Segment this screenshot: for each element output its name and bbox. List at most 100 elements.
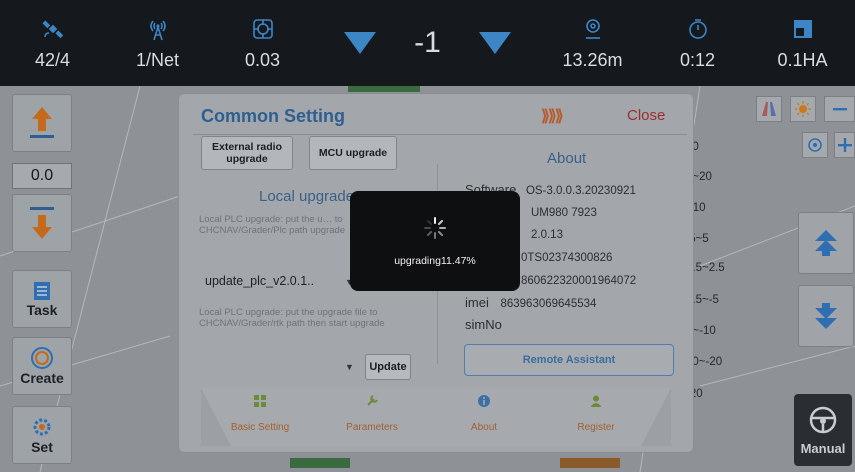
loading-spinner-icon (424, 217, 446, 239)
minus-icon (832, 108, 847, 111)
serial-row: 0TS02374300826 (521, 249, 612, 264)
version-value: 2.0.13 (531, 229, 563, 241)
distance-status[interactable]: 13.26m (540, 0, 645, 86)
area-status[interactable]: 0.1HA (750, 0, 855, 86)
map-green-stripe-bottom (290, 458, 350, 468)
plus-icon (837, 138, 852, 152)
grid-icon (254, 395, 266, 407)
tab-register[interactable]: Register (551, 394, 641, 433)
tab-about[interactable]: About (439, 394, 529, 433)
arrow-up-icon (30, 107, 54, 138)
timer-icon (686, 16, 710, 42)
plc-file-select[interactable]: update_plc_v2.0.1.. (205, 274, 314, 288)
create-button[interactable]: Create (12, 337, 72, 395)
view-mode-button[interactable] (756, 96, 782, 122)
brightness-button[interactable] (790, 96, 816, 122)
settings-tab-bar: Basic Setting Parameters About Register (201, 388, 671, 446)
gear-icon (33, 418, 51, 436)
antenna-icon (145, 16, 171, 42)
lower-right-button[interactable] (798, 285, 854, 347)
offset-down-arrow-icon-right[interactable] (478, 32, 511, 54)
distance-value: 13.26m (562, 49, 623, 70)
status-bar: 42/4 1/Net 0.03 -1 13.26m 0:12 0.1HA (0, 0, 855, 86)
location-pin-icon (581, 16, 605, 42)
precision-status[interactable]: 0.03 (210, 0, 315, 86)
device-id-row: 860622320001964072 (521, 272, 636, 287)
sun-icon (795, 101, 811, 117)
area-icon (791, 16, 815, 42)
blade-height-value: 0.0 (12, 163, 72, 189)
imei-key: imei (465, 295, 489, 310)
raise-right-button[interactable] (798, 212, 854, 274)
board-row: UM980 7923 (531, 204, 597, 219)
task-button[interactable]: Task (12, 270, 72, 328)
device-id-value: 860622320001964072 (521, 275, 637, 287)
create-icon (31, 347, 53, 369)
timer-value: 0:12 (679, 49, 716, 70)
version-row: 2.0.13 (531, 226, 563, 241)
raise-blade-button[interactable] (12, 94, 72, 152)
rtk-upgrade-hint: Local PLC upgrade: put the upgrade file … (199, 307, 385, 329)
upgrade-progress-toast: upgrading11.47% (350, 191, 520, 291)
set-label: Set (31, 439, 53, 455)
title-divider (193, 134, 687, 135)
double-arrow-down-icon (815, 303, 837, 329)
tab-parameters-label: Parameters (346, 422, 398, 433)
locate-icon (808, 138, 822, 152)
manual-label: Manual (800, 440, 846, 456)
board-value: UM980 7923 (531, 207, 597, 219)
tab-parameters[interactable]: Parameters (327, 394, 417, 433)
about-title: About (547, 150, 587, 167)
double-chevron-icon[interactable]: ⟫⟫⟫ (541, 106, 564, 126)
simno-key: simNo (465, 317, 502, 332)
person-icon (590, 395, 602, 407)
mcu-upgrade-button[interactable]: MCU upgrade (309, 136, 397, 170)
lower-blade-button[interactable] (12, 194, 72, 252)
network-status[interactable]: 1/Net (105, 0, 210, 86)
close-button[interactable]: Close (627, 107, 665, 124)
simno-row: simNo (465, 317, 502, 332)
wrench-icon (367, 395, 378, 406)
offset-control: -1 (315, 0, 540, 86)
imei-row: imei 863963069645534 (465, 295, 596, 310)
tab-basic-setting[interactable]: Basic Setting (215, 394, 305, 433)
satellite-icon (41, 16, 65, 42)
manual-mode-button[interactable]: Manual (794, 394, 852, 466)
map-green-stripe (348, 86, 420, 92)
task-icon (34, 282, 50, 300)
settings-button[interactable]: Set (12, 406, 72, 464)
update-button[interactable]: Update (365, 354, 411, 380)
software-value: OS-3.0.0.3.20230921 (525, 185, 636, 197)
locate-button[interactable] (802, 132, 828, 158)
imei-value: 863963069645534 (500, 298, 597, 310)
double-arrow-up-icon (815, 230, 837, 256)
arrow-down-icon (30, 207, 54, 239)
dialog-title: Common Setting (201, 106, 345, 126)
steering-wheel-icon (809, 406, 837, 433)
tab-register-label: Register (577, 422, 615, 433)
network-count: 1/Net (135, 49, 180, 70)
zoom-in-button[interactable] (834, 132, 855, 158)
satellite-status[interactable]: 42/4 (0, 0, 105, 86)
local-upgrade-title: Local upgrade (259, 188, 355, 205)
road-icon (762, 102, 776, 116)
task-label: Task (26, 302, 58, 318)
serial-value: 0TS02374300826 (521, 252, 613, 264)
offset-value: -1 (414, 26, 441, 59)
timer-status[interactable]: 0:12 (645, 0, 750, 86)
map-orange-stripe-bottom (560, 458, 620, 468)
create-label: Create (20, 370, 64, 386)
external-radio-upgrade-button[interactable]: External radio upgrade (201, 136, 293, 170)
zoom-out-button[interactable] (824, 96, 855, 122)
rtk-file-chevron-icon[interactable]: ▼ (345, 362, 354, 372)
tab-basic-setting-label: Basic Setting (230, 422, 290, 433)
precision-value: 0.03 (244, 49, 281, 70)
target-icon (251, 16, 275, 42)
tab-about-label: About (470, 422, 498, 433)
upgrade-progress-label: upgrading11.47% (394, 255, 476, 267)
offset-down-arrow-icon[interactable] (344, 32, 377, 54)
info-icon (478, 395, 490, 407)
remote-assistant-button[interactable]: Remote Assistant (464, 344, 674, 376)
area-value: 0.1HA (777, 49, 828, 70)
satellite-count: 42/4 (34, 49, 71, 70)
